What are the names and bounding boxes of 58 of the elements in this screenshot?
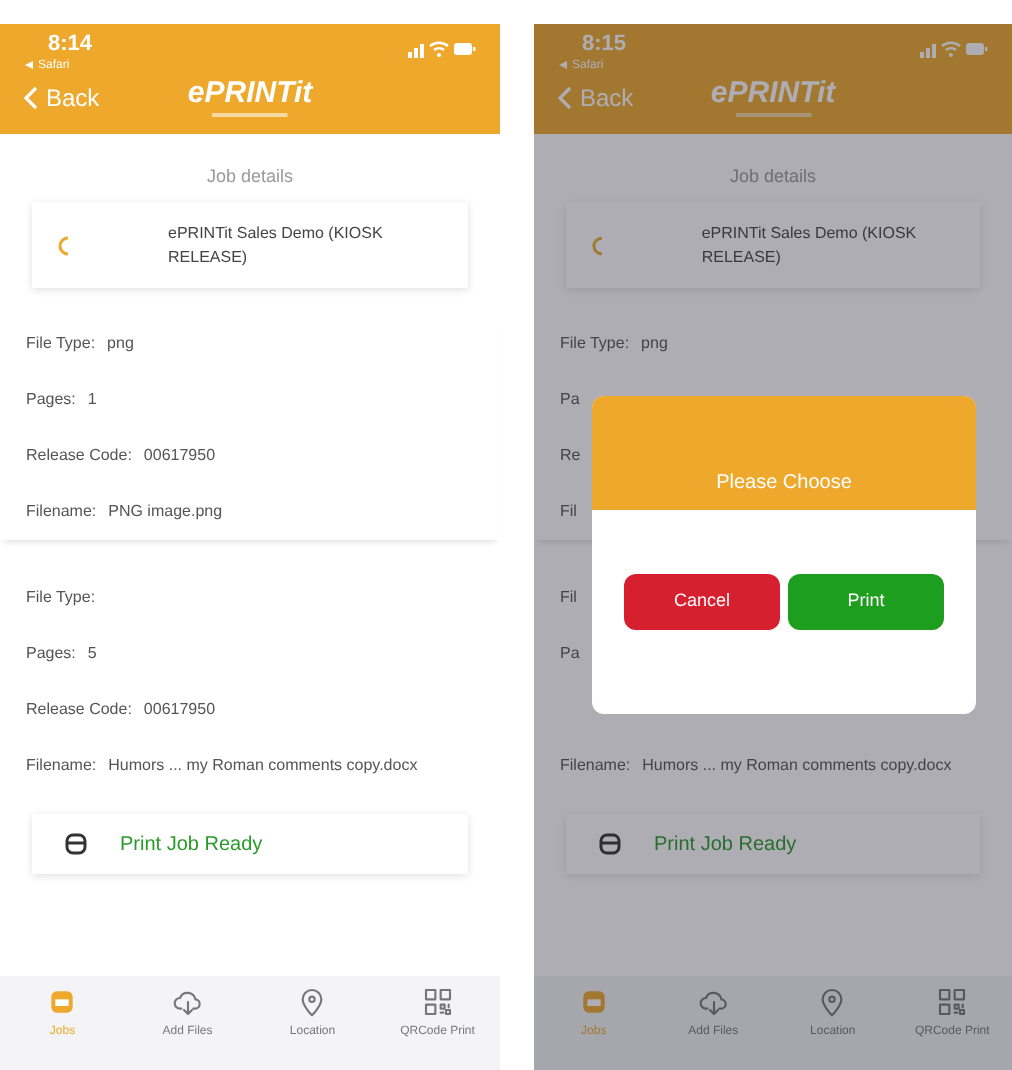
field-value: png bbox=[107, 332, 134, 356]
field-label: Pages: bbox=[26, 642, 76, 666]
page-title: Job details bbox=[204, 168, 296, 186]
cloud-upload-icon bbox=[171, 986, 204, 1018]
field-label: Pa bbox=[560, 388, 580, 412]
job-name: ePRINTit Sales Demo (KIOSK RELEASE) bbox=[701, 221, 919, 269]
field-value: png bbox=[641, 332, 668, 356]
field-label: Filename: bbox=[560, 754, 631, 778]
field-label: File Type: bbox=[26, 332, 96, 356]
logo-tagline-mark bbox=[212, 111, 288, 118]
field-label: Re bbox=[560, 444, 581, 468]
cloud-upload-icon bbox=[697, 986, 730, 1018]
job-card[interactable]: ePRINTit Sales Demo (KIOSK RELEASE) bbox=[32, 202, 468, 288]
spinner-icon bbox=[590, 235, 606, 255]
field-label: Pages: bbox=[26, 388, 76, 412]
field-label: Pa bbox=[560, 642, 580, 666]
back-button[interactable]: Back bbox=[558, 79, 634, 116]
printer-icon bbox=[46, 986, 79, 1018]
status-icons bbox=[920, 40, 988, 58]
print-ready-status: Print Job Ready bbox=[654, 831, 797, 859]
back-button[interactable]: Back bbox=[24, 79, 100, 116]
field-label: Release Code: bbox=[26, 698, 132, 722]
status-time: 8:14 bbox=[46, 32, 93, 59]
field-value: Humors ... my Roman comments copy.docx bbox=[642, 754, 952, 778]
printer-icon bbox=[577, 986, 610, 1018]
chevron-left-icon bbox=[558, 85, 572, 110]
field-label: Filename: bbox=[26, 754, 97, 778]
field-value: 1 bbox=[87, 388, 97, 412]
app-logo: ePRINTit bbox=[710, 77, 836, 108]
field-label: File Type: bbox=[26, 586, 96, 610]
qr-code-icon bbox=[936, 986, 969, 1018]
field-value: 00617950 bbox=[143, 444, 216, 468]
field-value: Humors ... my Roman comments copy.docx bbox=[108, 754, 418, 778]
field-value: 5 bbox=[87, 642, 97, 666]
cancel-button[interactable]: Cancel bbox=[624, 574, 780, 630]
field-value: PNG image.png bbox=[108, 500, 223, 524]
spinner-icon bbox=[56, 235, 72, 255]
status-icons bbox=[408, 40, 476, 58]
back-arrow-icon bbox=[558, 60, 568, 71]
chevron-left-icon bbox=[24, 85, 38, 110]
qr-code-icon bbox=[421, 986, 454, 1018]
back-arrow-icon bbox=[24, 60, 34, 71]
job-name: ePRINTit Sales Demo (KIOSK RELEASE) bbox=[168, 221, 385, 269]
print-ready-status: Print Job Ready bbox=[120, 831, 263, 859]
field-label: Release Code: bbox=[26, 444, 132, 468]
field-label: Fil bbox=[560, 500, 577, 524]
printer-icon bbox=[598, 832, 622, 856]
field-label: Fil bbox=[560, 586, 577, 610]
dialog-title: Please Choose bbox=[716, 470, 852, 498]
printer-icon bbox=[64, 832, 88, 856]
print-button[interactable]: Print bbox=[788, 574, 944, 630]
app-logo: ePRINTit bbox=[187, 77, 313, 108]
page-title: Job details bbox=[727, 168, 819, 186]
job-card[interactable]: ePRINTit Sales Demo (KIOSK RELEASE) bbox=[566, 202, 980, 288]
status-time: 8:15 bbox=[580, 32, 627, 59]
field-value: 00617950 bbox=[143, 698, 216, 722]
field-label: Filename: bbox=[26, 500, 97, 524]
field-label: File Type: bbox=[560, 332, 630, 356]
